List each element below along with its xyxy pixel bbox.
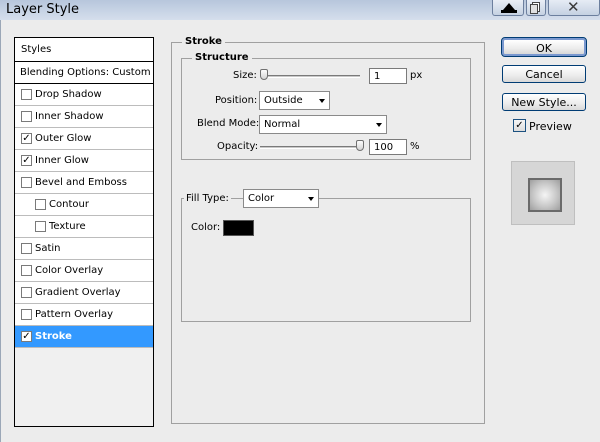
style-checkbox[interactable]	[21, 287, 32, 298]
style-item[interactable]: Inner Shadow	[15, 106, 153, 128]
style-item[interactable]: ✓ Inner Glow	[15, 150, 153, 172]
style-checkbox[interactable]	[21, 243, 32, 254]
style-item-label: Drop Shadow	[35, 89, 102, 100]
fill-type-group: Fill Type: Color Color:	[181, 189, 471, 322]
size-input[interactable]: 1	[369, 68, 407, 84]
style-item[interactable]: Bevel and Emboss	[15, 172, 153, 194]
size-slider-track[interactable]	[260, 75, 360, 78]
stroke-group-title: Stroke	[182, 36, 225, 47]
style-item-label: Stroke	[35, 331, 72, 342]
position-label: Position:	[215, 95, 258, 106]
size-label: Size:	[233, 70, 257, 81]
preview-checkbox[interactable]: ✓	[513, 119, 526, 132]
style-item[interactable]: Color Overlay	[15, 260, 153, 282]
preview-swatch	[528, 178, 562, 212]
fill-type-value: Color	[248, 193, 275, 204]
style-checkbox[interactable]: ✓	[21, 155, 32, 166]
color-swatch[interactable]	[223, 220, 254, 236]
style-checkbox[interactable]	[21, 309, 32, 320]
opacity-unit: %	[410, 141, 420, 152]
opacity-input[interactable]: 100	[369, 139, 407, 155]
style-item-label: Bevel and Emboss	[35, 177, 127, 188]
style-checkbox[interactable]	[35, 221, 46, 232]
help-button[interactable]	[492, 0, 524, 16]
title-bar[interactable]: Layer Style ✕	[0, 0, 600, 20]
cancel-button[interactable]: Cancel	[502, 65, 586, 83]
chevron-down-icon	[319, 99, 325, 103]
chevron-down-icon	[308, 197, 314, 201]
preview-label: Preview	[529, 120, 572, 133]
size-slider-thumb[interactable]	[260, 69, 268, 80]
styles-header[interactable]: Styles	[15, 38, 153, 62]
help-icon	[503, 3, 515, 10]
style-item-label: Pattern Overlay	[35, 309, 114, 320]
style-checkbox[interactable]	[21, 265, 32, 276]
preview-thumbnail	[511, 161, 575, 225]
opacity-slider-thumb[interactable]	[356, 140, 364, 151]
position-value: Outside	[264, 95, 303, 106]
maximize-button[interactable]	[526, 0, 546, 16]
style-item-label: Satin	[35, 243, 61, 254]
style-item[interactable]: Drop Shadow	[15, 84, 153, 106]
fill-type-label: Fill Type:	[184, 193, 231, 204]
style-item-label: Inner Shadow	[35, 111, 104, 122]
fill-type-select[interactable]: Color	[243, 189, 319, 208]
style-item-label: Texture	[49, 221, 86, 232]
dialog-body: Styles Blending Options: Custom Drop Sha…	[0, 20, 600, 442]
position-select[interactable]: Outside	[259, 91, 330, 110]
style-checkbox[interactable]	[35, 199, 46, 210]
color-label: Color:	[191, 222, 221, 233]
style-checkbox[interactable]	[21, 89, 32, 100]
ok-button[interactable]: OK	[501, 37, 587, 57]
stroke-group: Stroke Structure Size: 1 px Position: Ou…	[171, 36, 485, 424]
style-item[interactable]: Contour	[15, 194, 153, 216]
blend-mode-value: Normal	[264, 119, 301, 130]
style-item-label: Inner Glow	[35, 155, 89, 166]
structure-group-title: Structure	[192, 52, 252, 63]
size-unit: px	[410, 70, 423, 81]
style-item[interactable]: Pattern Overlay	[15, 304, 153, 326]
close-icon: ✕	[567, 0, 580, 16]
style-item-label: Outer Glow	[35, 133, 92, 144]
structure-group: Structure Size: 1 px Position: Outside B…	[181, 52, 471, 160]
opacity-label: Opacity:	[217, 141, 259, 152]
style-item[interactable]: Texture	[15, 216, 153, 238]
style-item-label: Gradient Overlay	[35, 287, 121, 298]
chevron-down-icon	[376, 123, 382, 127]
style-checkbox[interactable]: ✓	[21, 133, 32, 144]
blend-mode-label: Blend Mode:	[197, 118, 260, 129]
window-title: Layer Style	[6, 2, 80, 17]
styles-list: Styles Blending Options: Custom Drop Sha…	[14, 37, 154, 427]
style-item-label: Color Overlay	[35, 265, 104, 276]
style-checkbox[interactable]: ✓	[21, 331, 32, 342]
new-style-button[interactable]: New Style...	[502, 93, 586, 111]
style-item[interactable]: Satin	[15, 238, 153, 260]
style-item[interactable]: ✓ Outer Glow	[15, 128, 153, 150]
style-item-label: Contour	[49, 199, 89, 210]
close-button[interactable]: ✕	[548, 0, 600, 16]
style-item[interactable]: Gradient Overlay	[15, 282, 153, 304]
style-checkbox[interactable]	[21, 111, 32, 122]
blending-options-item[interactable]: Blending Options: Custom	[15, 62, 153, 84]
opacity-slider-track[interactable]	[260, 146, 364, 149]
style-checkbox[interactable]	[21, 177, 32, 188]
blend-mode-select[interactable]: Normal	[259, 115, 387, 134]
blending-options-label: Blending Options: Custom	[20, 67, 151, 78]
style-item[interactable]: ✓ Stroke	[15, 326, 153, 348]
